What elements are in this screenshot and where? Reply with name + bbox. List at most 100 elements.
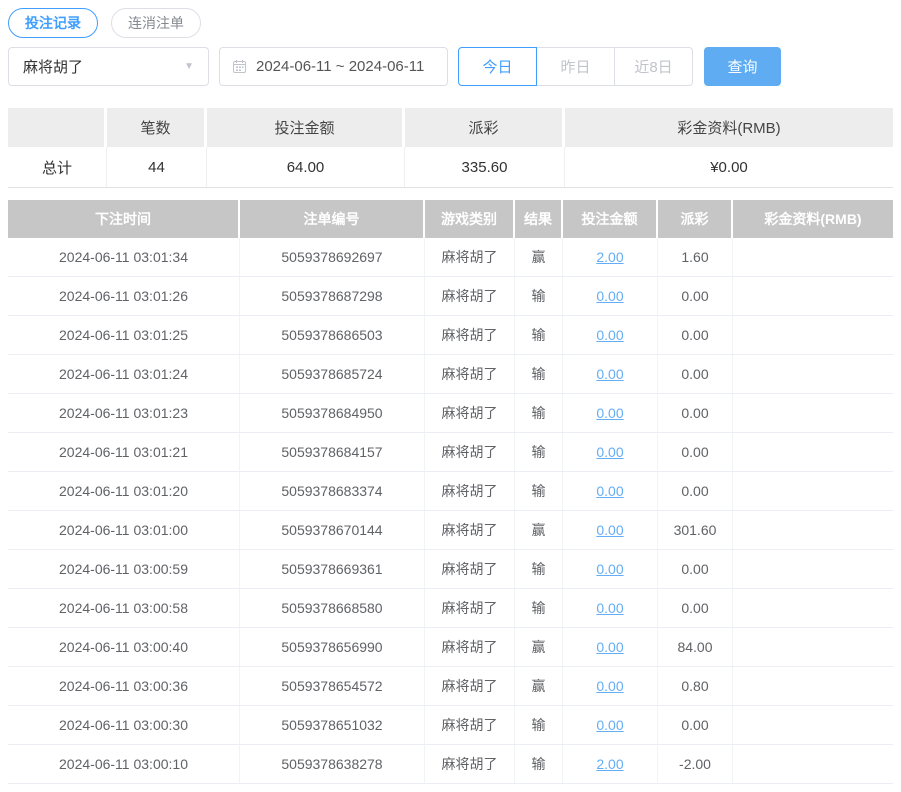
table-row: 2024-06-11 03:01:24 5059378685724 麻将胡了 输… xyxy=(8,355,893,394)
cell-bet-time: 2024-06-11 03:00:58 xyxy=(8,589,240,627)
header-game-type: 游戏类别 xyxy=(425,200,515,238)
cell-order-number: 5059378651032 xyxy=(240,706,425,744)
summary-total-payout: 335.60 xyxy=(405,147,565,187)
bet-amount-link[interactable]: 0.00 xyxy=(596,444,623,460)
cell-bonus xyxy=(733,316,893,354)
cell-bonus xyxy=(733,628,893,666)
table-row: 2024-06-11 03:01:21 5059378684157 麻将胡了 输… xyxy=(8,433,893,472)
cell-result: 赢 xyxy=(515,511,563,549)
bet-amount-link[interactable]: 0.00 xyxy=(596,561,623,577)
summary-header-blank xyxy=(8,108,107,147)
cell-game-type: 麻将胡了 xyxy=(425,316,515,354)
cell-order-number: 5059378684950 xyxy=(240,394,425,432)
table-row: 2024-06-11 03:00:30 5059378651032 麻将胡了 输… xyxy=(8,706,893,745)
chevron-down-icon: ▼ xyxy=(184,60,194,72)
table-row: 2024-06-11 03:00:10 5059378638278 麻将胡了 输… xyxy=(8,745,893,784)
cell-order-number: 5059378685724 xyxy=(240,355,425,393)
header-order-number: 注单编号 xyxy=(240,200,425,238)
table-row: 2024-06-11 03:00:40 5059378656990 麻将胡了 赢… xyxy=(8,628,893,667)
cell-bet-time: 2024-06-11 03:01:20 xyxy=(8,472,240,510)
cell-game-type: 麻将胡了 xyxy=(425,667,515,705)
cell-game-type: 麻将胡了 xyxy=(425,433,515,471)
cell-order-number: 5059378638278 xyxy=(240,745,425,783)
bet-amount-link[interactable]: 0.00 xyxy=(596,366,623,382)
bet-amount-link[interactable]: 0.00 xyxy=(596,522,623,538)
cell-result: 赢 xyxy=(515,238,563,276)
cell-payout: 0.80 xyxy=(658,667,733,705)
bet-amount-link[interactable]: 0.00 xyxy=(596,405,623,421)
cell-bonus xyxy=(733,667,893,705)
cell-payout: -2.00 xyxy=(658,745,733,783)
tab-cancelled-orders[interactable]: 连消注单 xyxy=(111,8,201,38)
bet-amount-link[interactable]: 2.00 xyxy=(596,249,623,265)
cell-result: 输 xyxy=(515,316,563,354)
cell-order-number: 5059378656990 xyxy=(240,628,425,666)
game-select-value: 麻将胡了 xyxy=(23,59,84,76)
bet-amount-link[interactable]: 0.00 xyxy=(596,717,623,733)
cell-bet-time: 2024-06-11 03:00:40 xyxy=(8,628,240,666)
table-row: 2024-06-11 03:00:36 5059378654572 麻将胡了 赢… xyxy=(8,667,893,706)
filter-bar: 麻将胡了 ▼ 2024-06-11 ~ 2024-06-11 今日 昨日 近8日… xyxy=(8,47,893,86)
cell-game-type: 麻将胡了 xyxy=(425,472,515,510)
cell-payout: 0.00 xyxy=(658,433,733,471)
cell-order-number: 5059378686503 xyxy=(240,316,425,354)
cell-result: 赢 xyxy=(515,628,563,666)
date-range-input[interactable]: 2024-06-11 ~ 2024-06-11 xyxy=(219,47,448,86)
cell-game-type: 麻将胡了 xyxy=(425,238,515,276)
cell-result: 赢 xyxy=(515,667,563,705)
today-button[interactable]: 今日 xyxy=(458,47,537,86)
query-button[interactable]: 查询 xyxy=(704,47,781,86)
cell-order-number: 5059378668580 xyxy=(240,589,425,627)
table-row: 2024-06-11 03:01:26 5059378687298 麻将胡了 输… xyxy=(8,277,893,316)
header-result: 结果 xyxy=(515,200,563,238)
cell-bet-time: 2024-06-11 03:01:24 xyxy=(8,355,240,393)
bet-amount-link[interactable]: 0.00 xyxy=(596,639,623,655)
bet-amount-link[interactable]: 0.00 xyxy=(596,678,623,694)
cell-game-type: 麻将胡了 xyxy=(425,355,515,393)
yesterday-button[interactable]: 昨日 xyxy=(536,47,615,86)
cell-bonus xyxy=(733,745,893,783)
summary-total-count: 44 xyxy=(107,147,207,187)
cell-payout: 84.00 xyxy=(658,628,733,666)
bet-amount-link[interactable]: 0.00 xyxy=(596,600,623,616)
tab-betting-records[interactable]: 投注记录 xyxy=(8,8,98,38)
cell-result: 输 xyxy=(515,589,563,627)
cell-result: 输 xyxy=(515,394,563,432)
summary-header-row: 笔数 投注金额 派彩 彩金资料(RMB) xyxy=(8,108,893,147)
bet-amount-link[interactable]: 2.00 xyxy=(596,756,623,772)
cell-bonus xyxy=(733,589,893,627)
cell-bonus xyxy=(733,706,893,744)
cell-payout: 0.00 xyxy=(658,706,733,744)
last-8-days-button[interactable]: 近8日 xyxy=(614,47,693,86)
cell-bet-time: 2024-06-11 03:00:36 xyxy=(8,667,240,705)
bet-amount-link[interactable]: 0.00 xyxy=(596,483,623,499)
cell-order-number: 5059378670144 xyxy=(240,511,425,549)
table-row: 2024-06-11 03:01:00 5059378670144 麻将胡了 赢… xyxy=(8,511,893,550)
table-row: 2024-06-11 03:00:59 5059378669361 麻将胡了 输… xyxy=(8,550,893,589)
cell-game-type: 麻将胡了 xyxy=(425,550,515,588)
cell-bet-time: 2024-06-11 03:01:34 xyxy=(8,238,240,276)
summary-total-bet-amount: 64.00 xyxy=(207,147,405,187)
header-bonus: 彩金资料(RMB) xyxy=(733,200,893,238)
table-row: 2024-06-11 03:01:23 5059378684950 麻将胡了 输… xyxy=(8,394,893,433)
summary-total-row: 总计 44 64.00 335.60 ¥0.00 xyxy=(8,147,893,188)
calendar-icon xyxy=(232,59,247,74)
cell-bonus xyxy=(733,433,893,471)
bet-amount-link[interactable]: 0.00 xyxy=(596,327,623,343)
game-select[interactable]: 麻将胡了 ▼ xyxy=(8,47,209,86)
cell-payout: 0.00 xyxy=(658,355,733,393)
cell-game-type: 麻将胡了 xyxy=(425,277,515,315)
date-range-value: 2024-06-11 ~ 2024-06-11 xyxy=(256,58,425,75)
header-bet-time: 下注时间 xyxy=(8,200,240,238)
cell-payout: 0.00 xyxy=(658,550,733,588)
cell-bonus xyxy=(733,511,893,549)
cell-bonus xyxy=(733,355,893,393)
summary-header-payout: 派彩 xyxy=(405,108,565,147)
cell-result: 输 xyxy=(515,706,563,744)
cell-bonus xyxy=(733,550,893,588)
bet-amount-link[interactable]: 0.00 xyxy=(596,288,623,304)
cell-order-number: 5059378683374 xyxy=(240,472,425,510)
cell-result: 输 xyxy=(515,433,563,471)
cell-bet-time: 2024-06-11 03:01:26 xyxy=(8,277,240,315)
cell-result: 输 xyxy=(515,355,563,393)
